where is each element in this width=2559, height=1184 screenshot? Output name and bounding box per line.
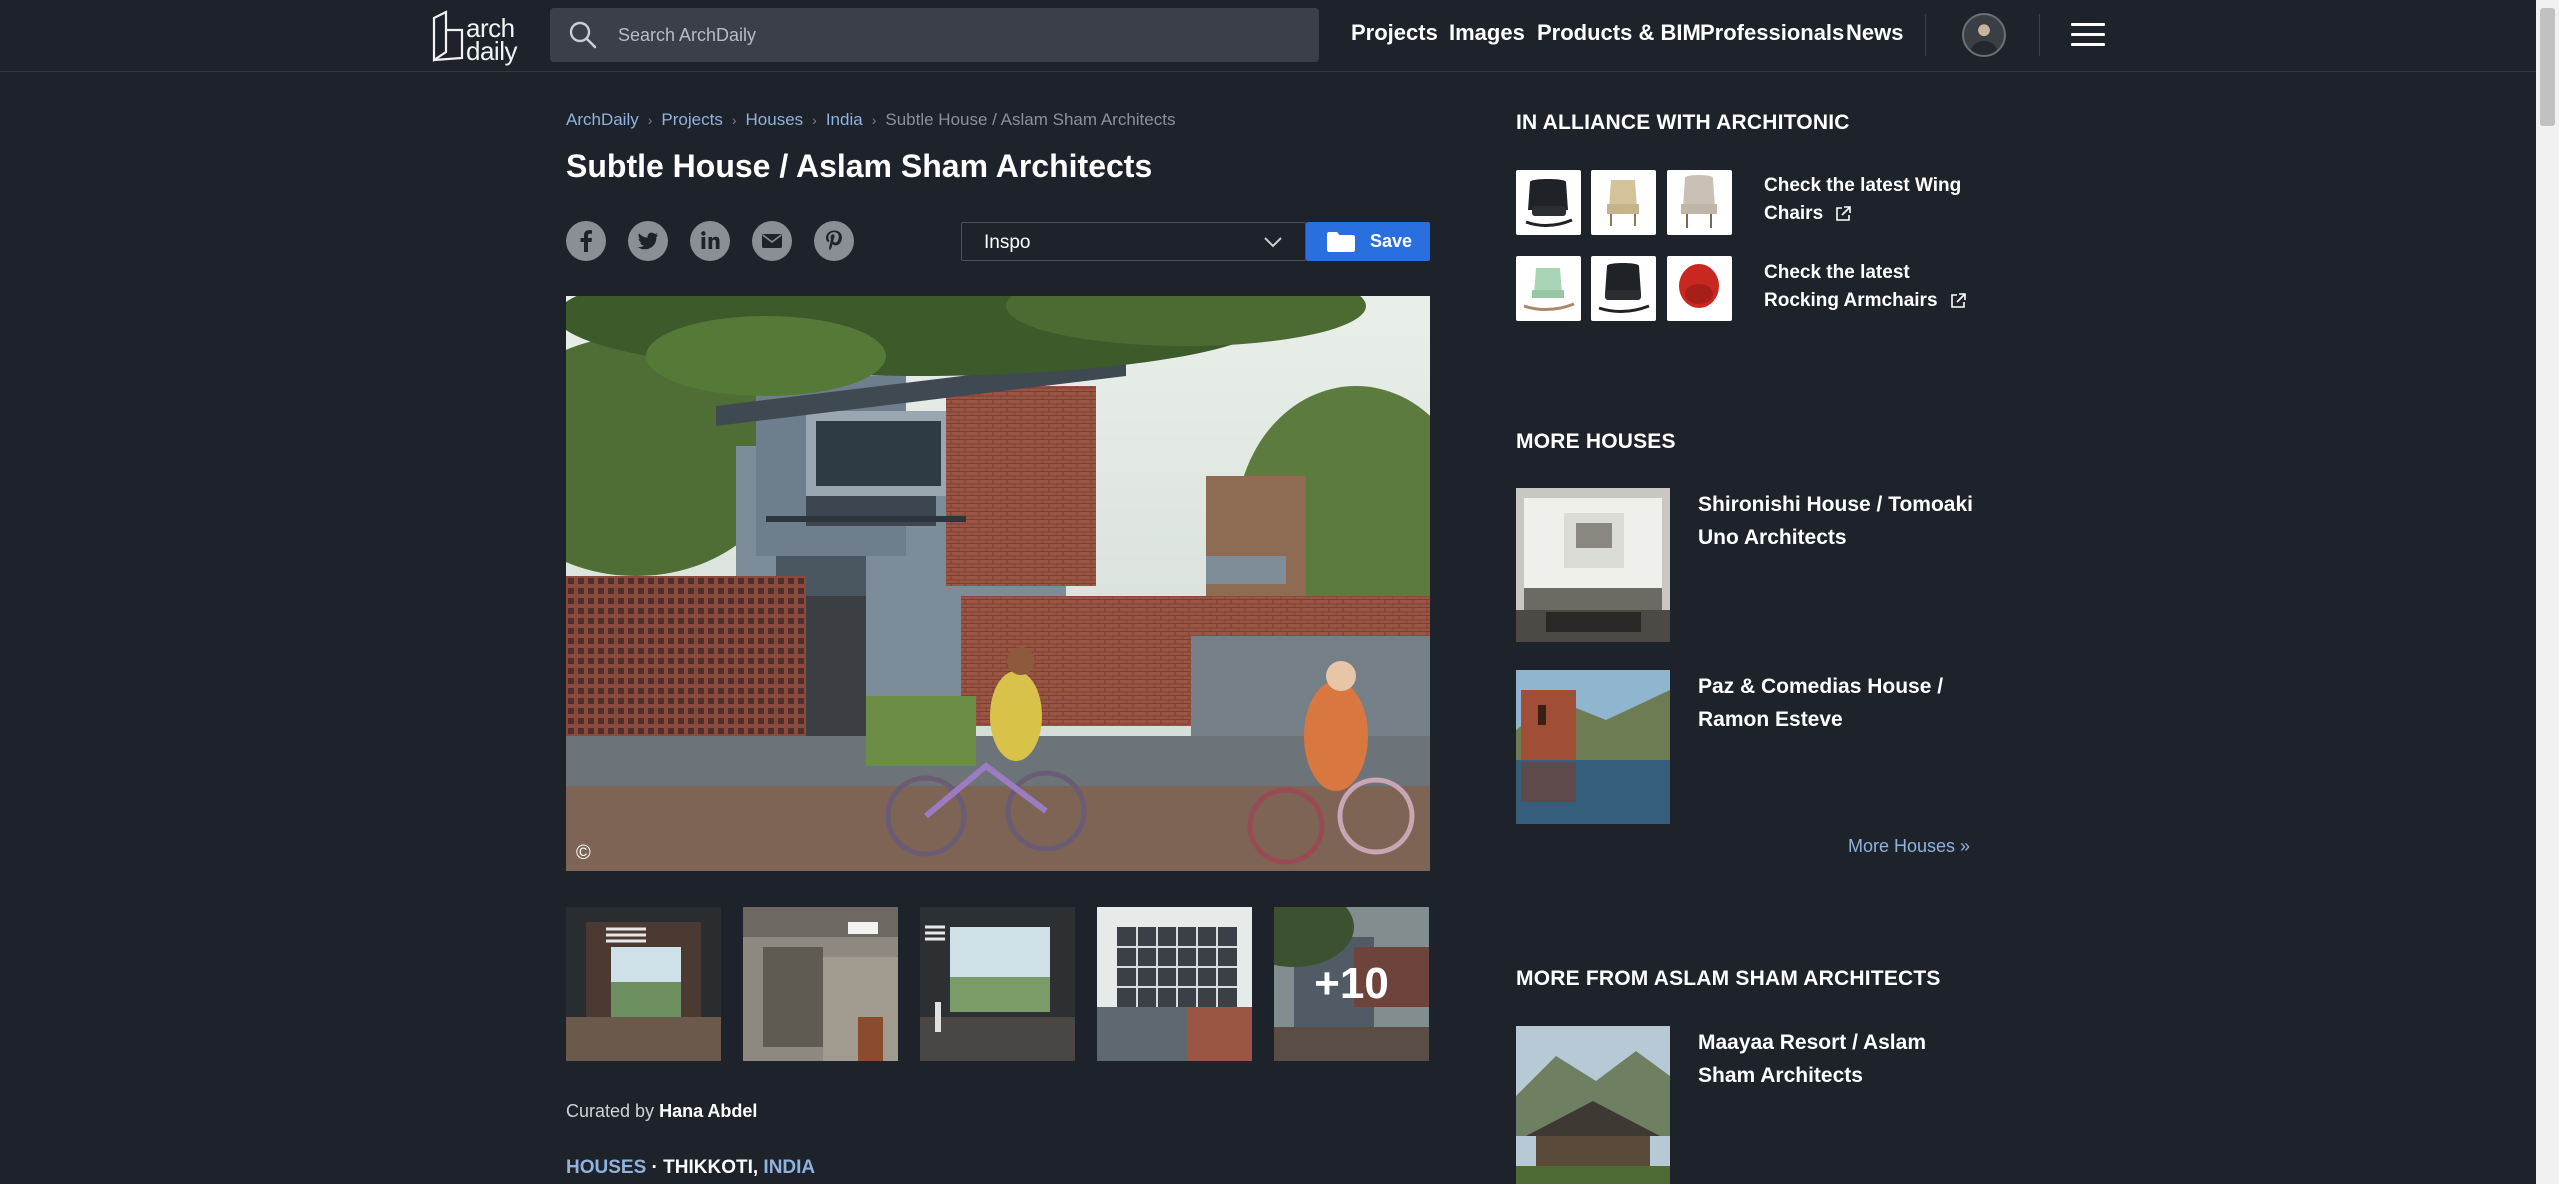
alliance-link-rocking-armchairs-text: Check the latest Rocking Armchairs bbox=[1764, 262, 1938, 311]
nav-divider bbox=[1925, 14, 1926, 56]
hero-image[interactable]: © bbox=[566, 296, 1430, 871]
chair-thumbnail[interactable] bbox=[1667, 170, 1732, 235]
more-houses-heading: MORE HOUSES bbox=[1516, 430, 1676, 453]
chair-thumbnail[interactable] bbox=[1591, 256, 1656, 321]
breadcrumb-projects[interactable]: Projects bbox=[661, 110, 722, 129]
wing-chair-icon bbox=[1681, 175, 1717, 228]
chair-thumbnail[interactable] bbox=[1667, 256, 1732, 321]
more-images-count: +10 bbox=[1274, 907, 1429, 1061]
interior-photo bbox=[920, 907, 1075, 1061]
shironishi-house-photo bbox=[1516, 488, 1670, 642]
page-scrollbar[interactable] bbox=[2536, 0, 2559, 1184]
curated-label: Curated by bbox=[566, 1101, 655, 1121]
alliance-heading: IN ALLIANCE WITH ARCHITONIC bbox=[1516, 111, 1850, 134]
alliance-link-wing-chairs-text: Check the latest Wing Chairs bbox=[1764, 175, 1962, 224]
more-from-heading: MORE FROM ASLAM SHAM ARCHITECTS bbox=[1516, 967, 1941, 990]
chair-thumbnail[interactable] bbox=[1591, 170, 1656, 235]
breadcrumb-archdaily[interactable]: ArchDaily bbox=[566, 110, 639, 129]
wing-chair-icon bbox=[1525, 179, 1573, 227]
facebook-icon bbox=[580, 230, 592, 252]
nav-products-bim[interactable]: Products & BIM bbox=[1537, 20, 1701, 46]
logo-mark-icon bbox=[432, 10, 464, 63]
external-link-icon bbox=[1950, 293, 1966, 308]
curator-name[interactable]: Hana Abdel bbox=[659, 1101, 757, 1121]
interior-photo bbox=[743, 907, 898, 1061]
page-title: Subtle House / Aslam Sham Architects bbox=[566, 148, 1153, 184]
archdaily-logo[interactable]: arch daily bbox=[428, 8, 520, 66]
logo-text-daily: daily bbox=[466, 36, 517, 66]
tag-houses[interactable]: HOUSES bbox=[566, 1157, 646, 1178]
copyright-mark: © bbox=[576, 842, 591, 864]
hamburger-menu-icon[interactable] bbox=[2071, 22, 2105, 48]
email-icon bbox=[762, 234, 782, 248]
gallery-thumbnail[interactable] bbox=[1097, 907, 1252, 1061]
rocking-armchair-icon bbox=[1598, 263, 1650, 313]
search-icon bbox=[569, 21, 597, 49]
tag-country[interactable]: INDIA bbox=[763, 1157, 815, 1178]
interior-photo bbox=[566, 907, 721, 1061]
save-button[interactable]: Save bbox=[1306, 222, 1430, 261]
breadcrumb-current: Subtle House / Aslam Sham Architects bbox=[885, 110, 1176, 129]
more-houses-link[interactable]: More Houses » bbox=[1848, 836, 1970, 857]
article-tags: HOUSES · THIKKOTI, INDIA bbox=[566, 1157, 815, 1179]
folder-select[interactable]: Inspo bbox=[961, 222, 1306, 261]
house-photo bbox=[566, 296, 1430, 871]
nav-divider bbox=[2039, 14, 2040, 56]
top-navigation-bar: arch daily Projects Images Products & BI… bbox=[0, 0, 2536, 72]
pinterest-icon bbox=[826, 230, 842, 251]
linkedin-icon bbox=[701, 231, 720, 249]
maayaa-resort-photo bbox=[1516, 1026, 1670, 1184]
breadcrumb-houses[interactable]: Houses bbox=[746, 110, 804, 129]
curated-by: Curated by Hana Abdel bbox=[566, 1101, 757, 1122]
more-from-title[interactable]: Maayaa Resort / Aslam Sham Architects bbox=[1698, 1026, 1988, 1092]
chevron-right-icon: › bbox=[871, 112, 877, 128]
share-pinterest-button[interactable] bbox=[814, 221, 854, 261]
more-from-thumbnail[interactable] bbox=[1516, 1026, 1670, 1184]
gallery-more-thumbnail[interactable]: +10 bbox=[1274, 907, 1429, 1061]
external-link-icon bbox=[1836, 206, 1852, 221]
gallery-thumbnail[interactable] bbox=[566, 907, 721, 1061]
chevron-right-icon: › bbox=[647, 112, 653, 128]
more-houses-title[interactable]: Paz & Comedias House / Ramon Esteve bbox=[1698, 670, 1988, 736]
gallery-thumbnail[interactable] bbox=[920, 907, 1075, 1061]
chevron-right-icon: › bbox=[812, 112, 817, 128]
alliance-link-wing-chairs[interactable]: Check the latest Wing Chairs bbox=[1764, 172, 1984, 228]
more-houses-thumbnail[interactable] bbox=[1516, 488, 1670, 642]
user-avatar[interactable] bbox=[1962, 13, 2006, 57]
wing-chair-icon bbox=[1607, 180, 1639, 226]
tag-city: THIKKOTI, bbox=[663, 1157, 759, 1178]
share-twitter-button[interactable] bbox=[628, 221, 668, 261]
share-facebook-button[interactable] bbox=[566, 221, 606, 261]
tag-separator: · bbox=[651, 1157, 658, 1178]
nav-images[interactable]: Images bbox=[1449, 20, 1525, 46]
nav-news[interactable]: News bbox=[1846, 20, 1903, 46]
chevron-down-icon bbox=[1264, 237, 1282, 248]
alliance-link-rocking-armchairs[interactable]: Check the latest Rocking Armchairs bbox=[1764, 259, 1984, 315]
chevron-right-icon: › bbox=[731, 112, 737, 128]
more-houses-title[interactable]: Shironishi House / Tomoaki Uno Architect… bbox=[1698, 488, 1988, 554]
breadcrumb: ArchDaily › Projects › Houses › India › Subtle H… bbox=[566, 110, 1175, 130]
share-linkedin-button[interactable] bbox=[690, 221, 730, 261]
save-button-label: Save bbox=[1370, 231, 1413, 251]
chair-thumbnail[interactable] bbox=[1516, 170, 1581, 235]
rocking-armchair-icon bbox=[1679, 264, 1719, 308]
rocking-armchair-icon bbox=[1523, 268, 1575, 311]
search-bar[interactable] bbox=[550, 8, 1319, 62]
twitter-icon bbox=[637, 232, 658, 250]
search-input[interactable] bbox=[618, 8, 1298, 62]
folder-select-value: Inspo bbox=[984, 232, 1031, 253]
nav-professionals[interactable]: Professionals bbox=[1700, 20, 1844, 46]
chair-thumbnail[interactable] bbox=[1516, 256, 1581, 321]
nav-projects[interactable]: Projects bbox=[1351, 20, 1438, 46]
breadcrumb-india[interactable]: India bbox=[826, 110, 863, 129]
more-houses-thumbnail[interactable] bbox=[1516, 670, 1670, 824]
share-email-button[interactable] bbox=[752, 221, 792, 261]
gallery-thumbnail[interactable] bbox=[743, 907, 898, 1061]
paz-comedias-house-photo bbox=[1516, 670, 1670, 824]
folder-icon bbox=[1327, 232, 1355, 252]
scrollbar-thumb[interactable] bbox=[2540, 8, 2555, 126]
exterior-photo bbox=[1097, 907, 1252, 1061]
